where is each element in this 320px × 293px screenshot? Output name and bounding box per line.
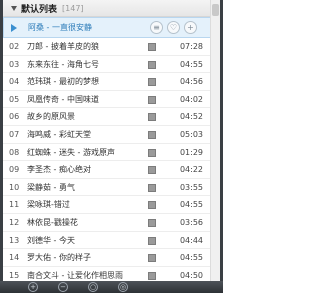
song-row[interactable]: 13 刘德华 - 今天 04:44 bbox=[3, 232, 211, 250]
song-action-square-icon[interactable] bbox=[148, 236, 156, 245]
song-title: 李圣杰 - 痴心绝对 bbox=[27, 165, 91, 175]
bottom-toolbar: + − ○ ◎ bbox=[0, 281, 223, 293]
song-number: 03 bbox=[9, 59, 20, 69]
song-row[interactable]: 06 故乡的原风景 04:52 bbox=[3, 108, 211, 126]
music-player-playlist-panel: 默认列表 [147] 阿桑 - 一直很安静 ≡ ♡ + 02 刀郎 - 披着羊皮… bbox=[0, 0, 223, 293]
song-title: 范玮琪 - 最初的梦想 bbox=[27, 77, 99, 87]
song-row-active[interactable]: 阿桑 - 一直很安静 ≡ ♡ + bbox=[3, 17, 211, 38]
song-action-square-icon[interactable] bbox=[148, 78, 156, 87]
song-number: 04 bbox=[9, 77, 20, 87]
song-row[interactable]: 02 刀郎 - 披着羊皮的狼 07:28 bbox=[3, 38, 211, 56]
song-number: 12 bbox=[9, 217, 20, 227]
song-row[interactable]: 03 东来东往 - 海角七号 04:55 bbox=[3, 56, 211, 74]
collapse-triangle-icon[interactable] bbox=[11, 5, 17, 11]
song-action-square-icon[interactable] bbox=[148, 201, 156, 210]
song-row[interactable]: 11 梁咏琪-错过 04:55 bbox=[3, 196, 211, 214]
song-row[interactable]: 07 海鸣威 - 彩虹天堂 05:03 bbox=[3, 126, 211, 144]
song-duration: 05:03 bbox=[179, 129, 203, 139]
song-title: 海鸣威 - 彩虹天堂 bbox=[27, 129, 91, 139]
locate-icon[interactable]: ◎ bbox=[118, 282, 128, 292]
song-row[interactable]: 12 林依昆-戳操花 03:56 bbox=[3, 214, 211, 232]
list-icon[interactable]: ≡ bbox=[150, 21, 163, 34]
song-number: 09 bbox=[9, 165, 20, 175]
song-title: 阿桑 - 一直很安静 bbox=[28, 23, 92, 32]
song-duration: 07:28 bbox=[179, 42, 203, 51]
song-action-square-icon[interactable] bbox=[148, 183, 156, 192]
song-action-square-icon[interactable] bbox=[148, 271, 156, 280]
song-duration: 04:55 bbox=[179, 200, 203, 210]
song-number: 05 bbox=[9, 94, 20, 104]
song-title: 梁静茹 - 勇气 bbox=[27, 182, 75, 192]
song-action-square-icon[interactable] bbox=[148, 218, 156, 227]
song-title: 林依昆-戳操花 bbox=[27, 217, 78, 227]
song-title: 故乡的原风景 bbox=[27, 112, 75, 122]
add-icon[interactable]: + bbox=[184, 21, 197, 34]
song-action-square-icon[interactable] bbox=[148, 166, 156, 175]
vertical-scrollbar[interactable] bbox=[210, 0, 220, 281]
song-title: 刀郎 - 披着羊皮的狼 bbox=[27, 42, 99, 51]
song-action-square-icon[interactable] bbox=[148, 60, 156, 69]
playlist-count: [147] bbox=[62, 3, 84, 13]
song-row[interactable]: 10 梁静茹 - 勇气 03:55 bbox=[3, 179, 211, 197]
song-duration: 04:02 bbox=[179, 94, 203, 104]
song-title: 凤凰传奇 - 中国味道 bbox=[27, 94, 99, 104]
song-action-square-icon[interactable] bbox=[148, 43, 156, 51]
song-duration: 03:55 bbox=[179, 182, 203, 192]
song-duration: 04:22 bbox=[179, 165, 203, 175]
song-duration: 03:56 bbox=[179, 217, 203, 227]
song-title: 东来东往 - 海角七号 bbox=[27, 59, 99, 69]
song-row[interactable]: 14 罗大佑 - 你的样子 04:55 bbox=[3, 249, 211, 267]
song-action-square-icon[interactable] bbox=[148, 254, 156, 263]
search-icon[interactable]: ○ bbox=[88, 282, 98, 292]
play-indicator-icon bbox=[11, 24, 17, 32]
song-duration: 04:55 bbox=[179, 59, 203, 69]
song-duration: 01:29 bbox=[179, 147, 203, 157]
scrollbar-thumb[interactable] bbox=[212, 4, 219, 16]
song-title: 红蜘蛛 - 迷失 - 游戏原声 bbox=[27, 147, 115, 157]
song-number: 11 bbox=[9, 200, 20, 210]
song-action-square-icon[interactable] bbox=[148, 113, 156, 122]
song-action-square-icon[interactable] bbox=[148, 130, 156, 139]
minus-icon[interactable]: − bbox=[58, 282, 68, 292]
add-icon[interactable]: + bbox=[28, 282, 38, 292]
song-number: 08 bbox=[9, 147, 20, 157]
song-number: 13 bbox=[9, 235, 20, 245]
song-duration: 04:52 bbox=[179, 112, 203, 122]
song-title: 刘德华 - 今天 bbox=[27, 235, 75, 245]
song-number: 10 bbox=[9, 182, 20, 192]
playlist-header[interactable]: 默认列表 [147] bbox=[3, 0, 211, 17]
song-title: 罗大佑 - 你的样子 bbox=[27, 253, 91, 263]
song-title: 梁咏琪-错过 bbox=[27, 200, 70, 210]
heart-icon[interactable]: ♡ bbox=[167, 21, 180, 34]
song-duration: 04:55 bbox=[179, 253, 203, 263]
song-number: 02 bbox=[9, 42, 20, 51]
song-number: 07 bbox=[9, 129, 20, 139]
song-number: 14 bbox=[9, 253, 20, 263]
song-row[interactable]: 04 范玮琪 - 最初的梦想 04:56 bbox=[3, 73, 211, 91]
song-action-square-icon[interactable] bbox=[148, 95, 156, 104]
song-row[interactable]: 09 李圣杰 - 痴心绝对 04:22 bbox=[3, 161, 211, 179]
right-frame-strip bbox=[220, 0, 223, 293]
song-action-square-icon[interactable] bbox=[148, 148, 156, 157]
song-list: 阿桑 - 一直很安静 ≡ ♡ + 02 刀郎 - 披着羊皮的狼 07:28 03… bbox=[3, 17, 211, 285]
song-duration: 04:56 bbox=[179, 77, 203, 87]
song-number: 06 bbox=[9, 112, 20, 122]
song-row[interactable]: 08 红蜘蛛 - 迷失 - 游戏原声 01:29 bbox=[3, 144, 211, 162]
playlist-title: 默认列表 bbox=[21, 4, 58, 15]
song-row[interactable]: 05 凤凰传奇 - 中国味道 04:02 bbox=[3, 91, 211, 109]
song-duration: 04:44 bbox=[179, 235, 203, 245]
